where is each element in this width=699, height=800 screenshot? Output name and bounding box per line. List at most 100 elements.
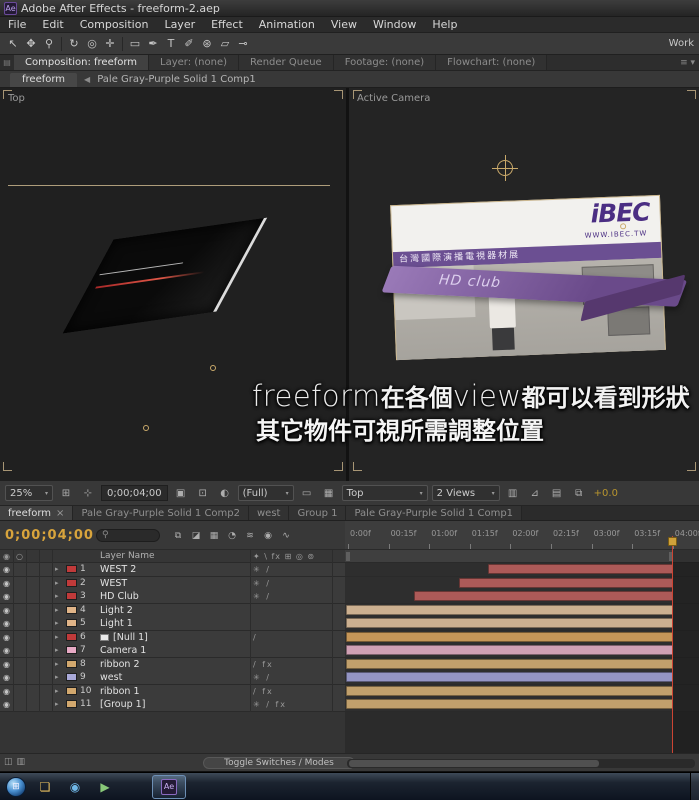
scrollbar-thumb[interactable] bbox=[349, 760, 599, 767]
panel-tab-0[interactable]: Layer: (none) bbox=[149, 55, 239, 70]
layer-switches[interactable]: ✳ / bbox=[253, 579, 271, 588]
layer-color-swatch[interactable] bbox=[66, 592, 77, 600]
panel-tab-2[interactable]: Footage: (none) bbox=[334, 55, 436, 70]
pan-behind-tool-icon[interactable]: ✛ bbox=[101, 37, 119, 50]
mask-visibility-icon[interactable]: ⊹ bbox=[79, 485, 97, 501]
show-desktop-button[interactable] bbox=[690, 773, 699, 800]
layer-switches[interactable]: / fx bbox=[253, 687, 274, 696]
layer-color-swatch[interactable] bbox=[66, 673, 77, 681]
layer-switches[interactable]: ✳ / bbox=[253, 565, 271, 574]
twirl-icon[interactable]: ▸ bbox=[55, 687, 59, 696]
view-select[interactable]: Top▾ bbox=[342, 485, 428, 501]
layer-color-swatch[interactable] bbox=[66, 606, 77, 614]
back-arrow-icon[interactable]: ◀ bbox=[84, 75, 90, 84]
work-area-bar[interactable] bbox=[345, 550, 699, 563]
pen-tool-icon[interactable]: ✒ bbox=[144, 37, 162, 50]
menu-item-help[interactable]: Help bbox=[424, 17, 465, 33]
search-input[interactable]: ⚲ bbox=[96, 529, 160, 542]
layer-name-column-label[interactable]: Layer Name bbox=[100, 551, 155, 561]
visibility-eye-icon[interactable]: ◉ bbox=[3, 700, 10, 709]
menu-item-window[interactable]: Window bbox=[365, 17, 424, 33]
layer-color-swatch[interactable] bbox=[66, 687, 77, 695]
layer-duration-bar[interactable] bbox=[346, 699, 673, 709]
layer-color-swatch[interactable] bbox=[66, 633, 77, 641]
billboard-layer[interactable]: iBEC WWW.IBEC.TW 台灣國際演播電視器材展 HD club bbox=[390, 195, 666, 360]
layer-row[interactable]: ◉▸3HD Club✳ / bbox=[0, 590, 345, 603]
draft-3d-icon[interactable]: ▦ bbox=[206, 528, 222, 544]
live-update-icon[interactable]: ◪ bbox=[188, 528, 204, 544]
layer-row[interactable]: ◉▸7Camera 1 bbox=[0, 644, 345, 657]
visibility-eye-icon[interactable]: ◉ bbox=[3, 687, 10, 696]
horizontal-scrollbar[interactable] bbox=[347, 759, 695, 768]
layer-duration-bar[interactable] bbox=[346, 632, 673, 642]
taskbar-after-effects-button[interactable]: Ae bbox=[152, 775, 186, 799]
exposure-value[interactable]: +0.0 bbox=[592, 488, 620, 499]
show-snapshot-icon[interactable]: ⊡ bbox=[194, 485, 212, 501]
twirl-icon[interactable]: ▸ bbox=[55, 592, 59, 601]
channels-icon[interactable]: ◐ bbox=[216, 485, 234, 501]
layer-switches[interactable]: / fx bbox=[253, 660, 274, 669]
layer-row[interactable]: ◉▸11[Group 1]✳ / fx bbox=[0, 698, 345, 711]
layer-color-swatch[interactable] bbox=[66, 619, 77, 627]
layer-name[interactable]: WEST 2 bbox=[100, 564, 136, 575]
layer-name[interactable]: ribbon 2 bbox=[100, 659, 140, 670]
layer-color-swatch[interactable] bbox=[66, 646, 77, 654]
unified-camera-tool-icon[interactable]: ◎ bbox=[83, 37, 101, 50]
work-area-start-handle[interactable] bbox=[346, 552, 350, 561]
layer-row[interactable]: ◉▸5Light 1 bbox=[0, 617, 345, 630]
layer-switches[interactable]: ✳ / bbox=[253, 673, 271, 682]
menu-item-layer[interactable]: Layer bbox=[156, 17, 203, 33]
viewport-top[interactable]: Top bbox=[0, 88, 346, 481]
layer-duration-bar[interactable] bbox=[346, 605, 673, 615]
shape-tool-icon[interactable]: ▭ bbox=[126, 37, 144, 50]
layer-duration-bar[interactable] bbox=[346, 672, 673, 682]
layer-name[interactable]: HD Club bbox=[100, 591, 139, 602]
twirl-icon[interactable]: ▸ bbox=[55, 646, 59, 655]
take-snapshot-icon[interactable]: ▣ bbox=[172, 485, 190, 501]
twirl-icon[interactable]: ▸ bbox=[55, 700, 59, 709]
view-layout-select[interactable]: 2 Views▾ bbox=[432, 485, 500, 501]
timeline-button-icon[interactable]: ▤ bbox=[548, 485, 566, 501]
puppet-pin-tool-icon[interactable]: ⊸ bbox=[234, 37, 252, 50]
zoom-tool-icon[interactable]: ⚲ bbox=[40, 37, 58, 50]
region-of-interest-icon[interactable]: ▭ bbox=[298, 485, 316, 501]
layer-color-swatch[interactable] bbox=[66, 579, 77, 587]
menu-item-edit[interactable]: Edit bbox=[34, 17, 71, 33]
layer-name[interactable]: Light 1 bbox=[100, 618, 133, 629]
layer-duration-bar[interactable] bbox=[414, 591, 673, 601]
layer-row[interactable]: ◉▸2WEST✳ / bbox=[0, 577, 345, 590]
timeline-tab-2[interactable]: west bbox=[249, 506, 289, 520]
layer-color-swatch[interactable] bbox=[66, 700, 77, 708]
visibility-eye-icon[interactable]: ◉ bbox=[3, 606, 10, 615]
type-tool-icon[interactable]: T bbox=[162, 37, 180, 50]
layer-row[interactable]: ◉▸6[Null 1]/ bbox=[0, 631, 345, 644]
transparency-grid-icon[interactable]: ▦ bbox=[320, 485, 338, 501]
twirl-icon[interactable]: ▸ bbox=[55, 660, 59, 669]
menu-item-view[interactable]: View bbox=[323, 17, 365, 33]
toggle-switches-pane-icon[interactable]: ◫ bbox=[4, 757, 13, 767]
selection-tool-icon[interactable]: ↖ bbox=[4, 37, 22, 50]
rotation-tool-icon[interactable]: ↻ bbox=[65, 37, 83, 50]
folder-icon[interactable]: ❏ bbox=[33, 776, 57, 798]
breadcrumb-comp[interactable]: freeform bbox=[10, 73, 77, 87]
light-point-icon[interactable] bbox=[210, 365, 216, 371]
layer-name[interactable]: west bbox=[100, 672, 122, 683]
light-point-icon[interactable] bbox=[143, 425, 149, 431]
panel-tab-1[interactable]: Render Queue bbox=[239, 55, 334, 70]
fast-preview-icon[interactable]: ⊿ bbox=[526, 485, 544, 501]
layer-row[interactable]: ◉▸4Light 2 bbox=[0, 604, 345, 617]
layer-name[interactable]: ribbon 1 bbox=[100, 686, 140, 697]
layer-name[interactable]: [Group 1] bbox=[100, 699, 145, 710]
layer-row[interactable]: ◉▸9west✳ / bbox=[0, 671, 345, 684]
visibility-eye-icon[interactable]: ◉ bbox=[3, 565, 10, 574]
layer-color-swatch[interactable] bbox=[66, 565, 77, 573]
layer-duration-bar[interactable] bbox=[346, 659, 673, 669]
twirl-icon[interactable]: ▸ bbox=[55, 606, 59, 615]
visibility-eye-icon[interactable]: ◉ bbox=[3, 633, 10, 642]
layer-name[interactable]: WEST bbox=[100, 578, 127, 589]
timeline-tab-4[interactable]: Pale Gray-Purple Solid 1 Comp1 bbox=[346, 506, 522, 520]
layer-name[interactable]: [Null 1] bbox=[113, 632, 148, 643]
twirl-icon[interactable]: ▸ bbox=[55, 619, 59, 628]
toggle-switches-modes-button[interactable]: Toggle Switches / Modes bbox=[203, 757, 355, 769]
tab-composition[interactable]: Composition: freeform bbox=[14, 55, 149, 70]
